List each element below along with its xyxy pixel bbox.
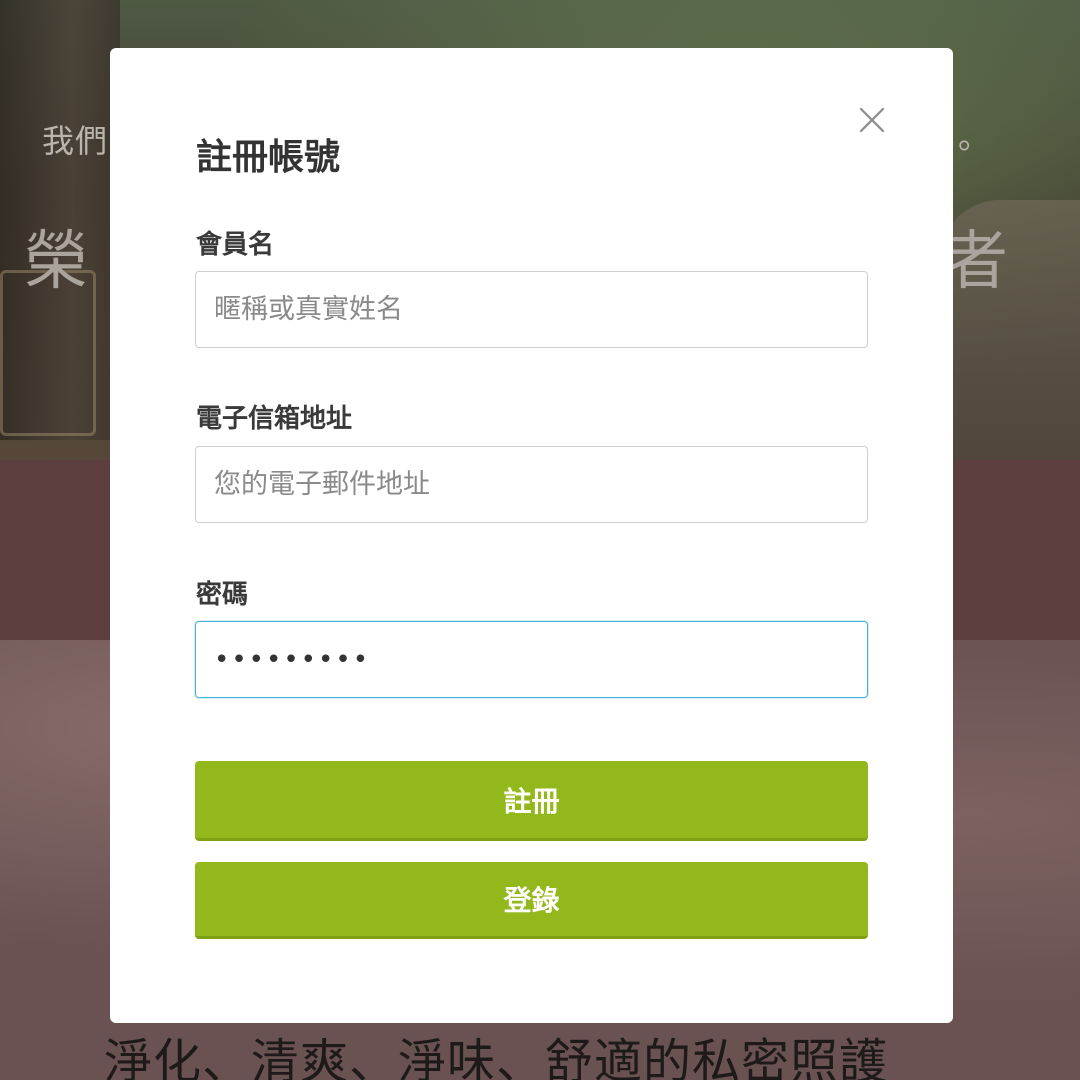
close-button[interactable] — [852, 100, 892, 140]
login-button[interactable]: 登錄 — [195, 862, 868, 939]
register-modal: 註冊帳號 會員名 電子信箱地址 密碼 註冊 登錄 — [110, 48, 953, 1023]
background-intro-text-end: 。 — [958, 118, 991, 156]
password-input[interactable] — [195, 621, 868, 698]
modal-title: 註冊帳號 — [196, 137, 341, 178]
page: 我們 。 榮 者 淨化、清爽、淨味、舒適的私密照護 註冊帳號 會員名 電子信箱地… — [0, 0, 1080, 1080]
background-slogan: 淨化、清爽、淨味、舒適的私密照護 — [104, 1034, 889, 1080]
username-input[interactable] — [195, 271, 868, 348]
email-input[interactable] — [195, 446, 868, 523]
background-heading-start: 榮 — [24, 225, 88, 299]
password-label: 密碼 — [196, 580, 249, 610]
username-label: 會員名 — [196, 230, 275, 260]
register-button[interactable]: 註冊 — [195, 761, 868, 841]
close-icon — [859, 107, 885, 133]
background-heading-end: 者 — [944, 225, 1008, 299]
background-intro-text: 我們 — [42, 122, 109, 160]
email-label: 電子信箱地址 — [196, 404, 353, 434]
